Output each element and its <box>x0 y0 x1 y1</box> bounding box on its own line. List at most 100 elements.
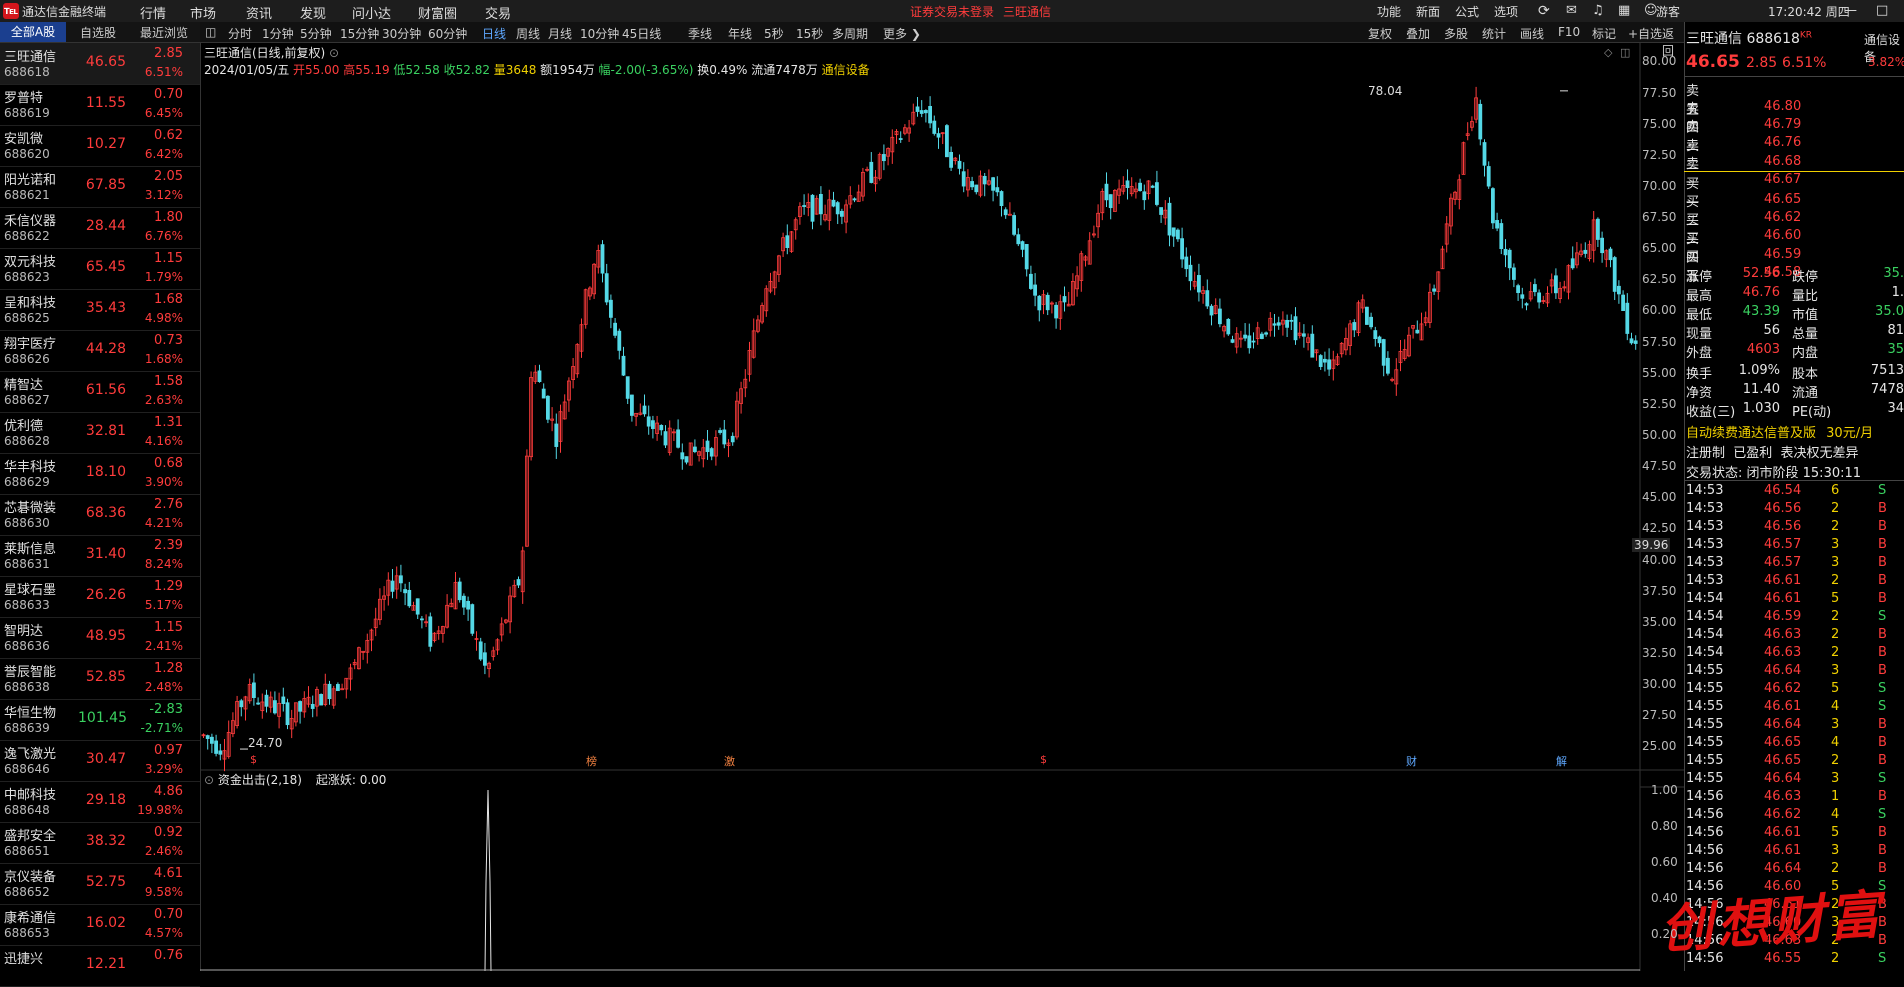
menu-trade[interactable]: 交易 <box>485 3 511 22</box>
stock-row[interactable]: 罗普特 688619 11.55 0.70 6.45% <box>0 84 200 126</box>
panel-toggle-icon[interactable]: ◫ <box>205 25 216 39</box>
period-15[interactable]: 多周期 <box>832 25 868 42</box>
event-marker[interactable]: $ <box>1040 753 1047 766</box>
stock-row[interactable]: 迅捷兴 12.21 0.76 <box>0 945 200 987</box>
minimize-icon[interactable]: — <box>1844 3 1857 18</box>
event-marker[interactable]: 激 <box>724 753 735 769</box>
stock-row[interactable]: 中邮科技 688648 29.18 4.86 19.98% <box>0 781 200 823</box>
period-5[interactable]: 60分钟 <box>428 25 467 42</box>
stock-row[interactable]: 翔宇医疗 688626 44.28 0.73 1.68% <box>0 330 200 372</box>
indicator-settings-icon[interactable]: ⊙ <box>204 773 214 787</box>
tab-all-a-shares[interactable]: 全部A股 <box>0 22 66 42</box>
period-8[interactable]: 月线 <box>548 25 572 42</box>
menu-wealth[interactable]: 财富圈 <box>418 3 457 22</box>
candle-body <box>1633 340 1638 344</box>
login-alert[interactable]: 证券交易未登录 <box>910 3 994 20</box>
period-12[interactable]: 年线 <box>728 25 752 42</box>
stock-code: 688653 <box>4 926 50 940</box>
chart-tool-2[interactable]: 多股 <box>1444 25 1468 42</box>
menu-function[interactable]: 功能 <box>1377 3 1401 20</box>
stock-price: 16.02 <box>85 915 126 931</box>
period-14[interactable]: 15秒 <box>796 25 823 42</box>
event-marker[interactable]: 榜 <box>586 753 597 769</box>
period-1[interactable]: 1分钟 <box>262 25 294 42</box>
period-3[interactable]: 15分钟 <box>340 25 379 42</box>
chart-tool-7[interactable]: +自选 <box>1628 25 1662 42</box>
period-4[interactable]: 30分钟 <box>382 25 421 42</box>
menu-new-page[interactable]: 新面 <box>1416 3 1440 20</box>
period-0[interactable]: 分时 <box>228 25 252 42</box>
event-marker[interactable]: $ <box>250 753 257 766</box>
stock-row[interactable]: 莱斯信息 688631 31.40 2.39 8.24% <box>0 535 200 577</box>
stock-row[interactable]: 阳光诺和 688621 67.85 2.05 3.12% <box>0 166 200 208</box>
menu-discover[interactable]: 发现 <box>300 3 326 22</box>
chart-expand-icon[interactable]: ◫ <box>1620 46 1630 59</box>
period-9[interactable]: 10分钟 <box>580 25 619 42</box>
refresh-icon[interactable]: ⟳ <box>1538 3 1550 19</box>
period-7[interactable]: 周线 <box>516 25 540 42</box>
candle-body <box>1159 207 1163 215</box>
menu-markets[interactable]: 市场 <box>190 3 216 22</box>
candle-body <box>1520 294 1525 299</box>
menu-options[interactable]: 选项 <box>1494 3 1518 20</box>
ohlc-industry[interactable]: 通信设备 <box>822 63 870 77</box>
stock-row[interactable]: 星球石墨 688633 26.26 1.29 5.17% <box>0 576 200 618</box>
menu-formula[interactable]: 公式 <box>1455 3 1479 20</box>
chart-tool-4[interactable]: 画线 <box>1520 25 1544 42</box>
candle-body <box>1171 227 1176 237</box>
menu-market[interactable]: 行情 <box>140 3 166 22</box>
maximize-icon[interactable]: □ <box>1876 3 1888 18</box>
stock-row[interactable]: 精智达 688627 61.56 1.58 2.63% <box>0 371 200 413</box>
tick-price: 46.61 <box>1764 699 1802 714</box>
stock-row[interactable]: 安凯微 688620 10.27 0.62 6.42% <box>0 125 200 167</box>
kline-chart[interactable] <box>200 42 1684 971</box>
stock-row[interactable]: 誉辰智能 688638 52.85 1.28 2.48% <box>0 658 200 700</box>
stock-row[interactable]: 芯碁微装 688630 68.36 2.76 4.21% <box>0 494 200 536</box>
promo-text[interactable]: 自动续费通达信普及版 <box>1686 426 1816 441</box>
event-marker[interactable]: 解 <box>1556 753 1567 769</box>
period-2[interactable]: 5分钟 <box>300 25 332 42</box>
stock-row[interactable]: 三旺通信 688618 46.65 2.85 6.51% <box>0 43 200 85</box>
stock-row[interactable]: 盛邦安全 688651 38.32 0.92 2.46% <box>0 822 200 864</box>
period-6[interactable]: 日线 <box>482 25 506 42</box>
promo-price[interactable]: 30元/月 <box>1826 426 1873 441</box>
period-11[interactable]: 季线 <box>688 25 712 42</box>
promo-banner[interactable]: 自动续费通达信普及版 30元/月 <box>1686 422 1873 441</box>
stock-row[interactable]: 双元科技 688623 65.45 1.15 1.79% <box>0 248 200 290</box>
bell-icon[interactable]: ♫ <box>1592 3 1604 18</box>
user-label[interactable]: 游客 <box>1656 3 1680 20</box>
chart-tool-0[interactable]: 复权 <box>1368 25 1392 42</box>
chart-diamond-icon[interactable]: ◇ <box>1604 46 1612 59</box>
stock-row[interactable]: 逸飞激光 688646 30.47 0.97 3.29% <box>0 740 200 782</box>
period-10[interactable]: 45日线 <box>622 25 661 42</box>
event-marker[interactable]: 财 <box>1406 753 1417 769</box>
indicator-label: 起涨妖: <box>315 773 356 787</box>
period-16[interactable]: 更多 ❯ <box>883 25 921 42</box>
tick-row: 14:55 46.64 3 B <box>1686 663 1887 678</box>
stock-row[interactable]: 呈和科技 688625 35.43 1.68 4.98% <box>0 289 200 331</box>
indicator-name[interactable]: 资金出击(2,18) <box>218 773 302 787</box>
chat-icon[interactable]: ✉ <box>1566 3 1577 18</box>
stock-row[interactable]: 华丰科技 688629 18.10 0.68 3.90% <box>0 453 200 495</box>
stock-row[interactable]: 华恒生物 688639 101.45 -2.83 -2.71% <box>0 699 200 741</box>
grid-icon[interactable]: ▦ <box>1618 3 1630 18</box>
chart-tool-3[interactable]: 统计 <box>1482 25 1506 42</box>
menu-ask[interactable]: 问小达 <box>352 3 391 22</box>
chart-tool-6[interactable]: 标记 <box>1592 25 1616 42</box>
stock-row[interactable]: 智明达 688636 48.95 1.15 2.41% <box>0 617 200 659</box>
tick-side: S <box>1878 681 1887 696</box>
chart-tool-5[interactable]: F10 <box>1558 25 1580 39</box>
menu-news[interactable]: 资讯 <box>246 3 272 22</box>
chart-settings-icon[interactable]: ⊙ <box>329 46 339 60</box>
stock-row[interactable]: 京仪装备 688652 52.75 4.61 9.58% <box>0 863 200 905</box>
tab-watchlist[interactable]: 自选股 <box>80 24 116 41</box>
stock-row[interactable]: 禾信仪器 688622 28.44 1.80 6.76% <box>0 207 200 249</box>
stock-row[interactable]: 康希通信 688653 16.02 0.70 4.57% <box>0 904 200 946</box>
alert-stock[interactable]: 三旺通信 <box>1003 3 1051 20</box>
stock-change: 1.29 <box>154 579 183 594</box>
chart-tool-1[interactable]: 叠加 <box>1406 25 1430 42</box>
tab-recent[interactable]: 最近浏览 <box>140 24 188 41</box>
tick-price: 46.64 <box>1764 663 1802 678</box>
stock-row[interactable]: 优利德 688628 32.81 1.31 4.16% <box>0 412 200 454</box>
period-13[interactable]: 5秒 <box>764 25 784 42</box>
